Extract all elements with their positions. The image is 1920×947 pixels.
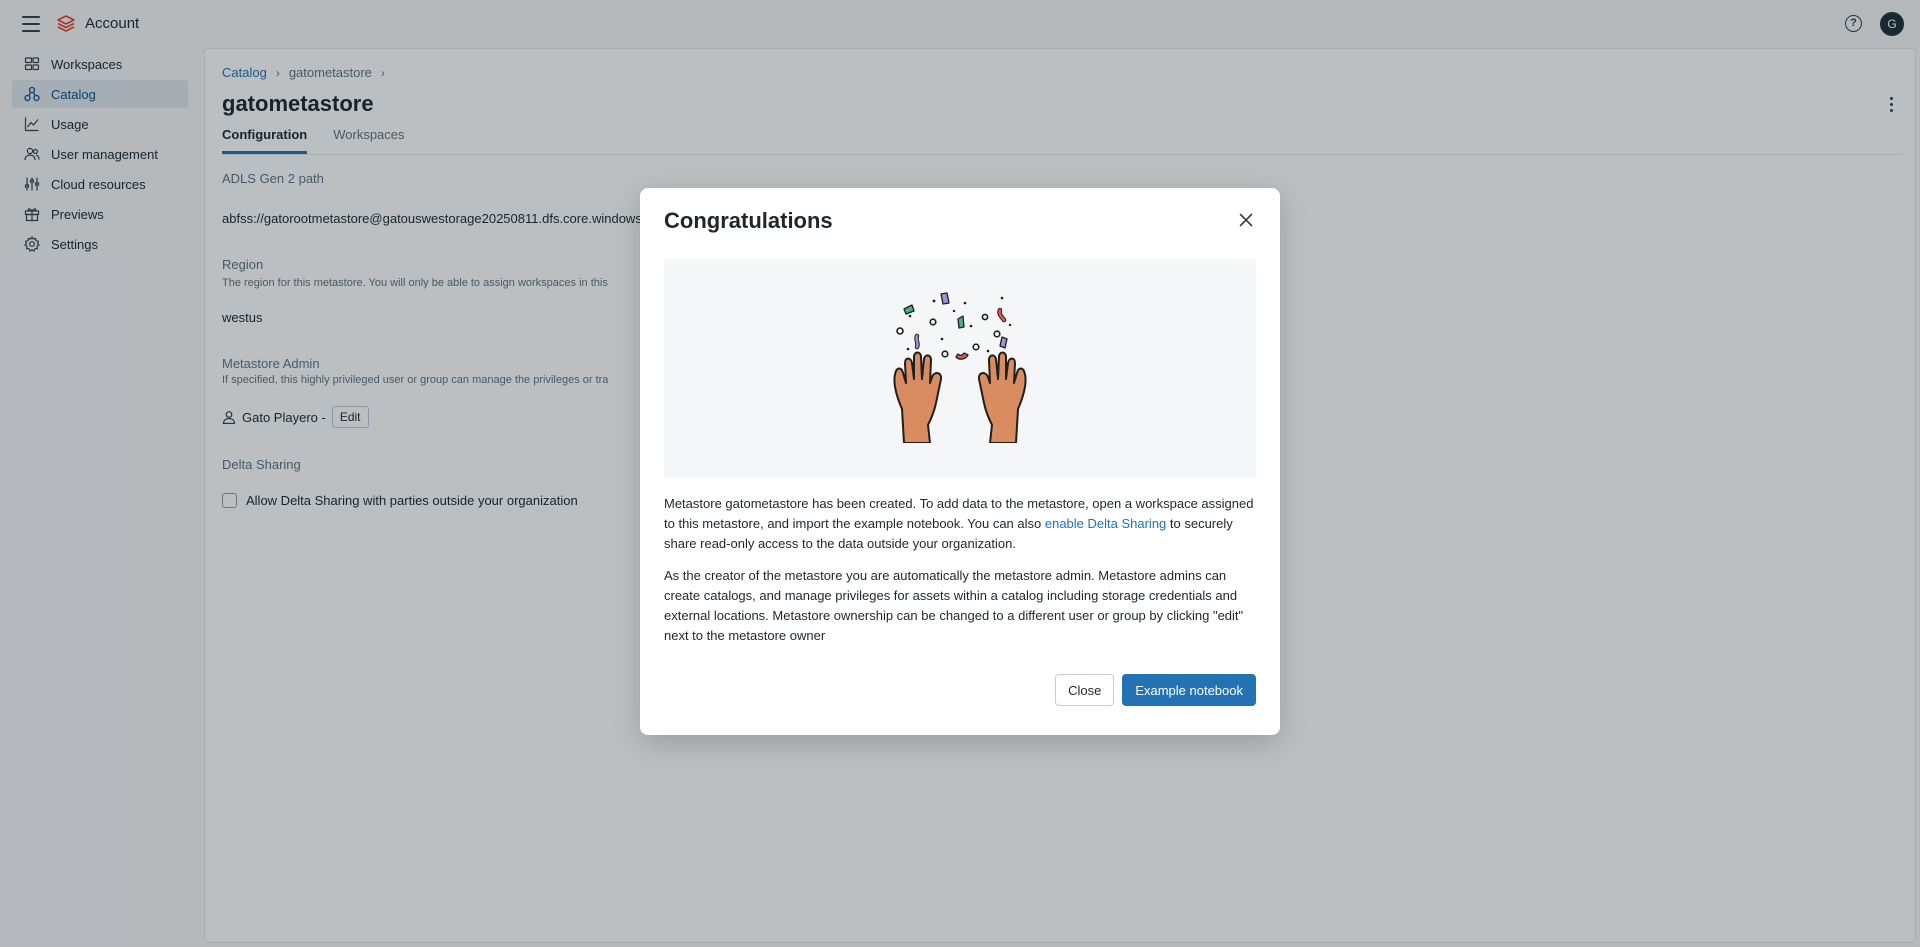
- illustration-panel: [664, 259, 1256, 478]
- dialog-paragraph-created: Metastore gatometastore has been created…: [664, 494, 1256, 554]
- congratulations-dialog: Congratulations Metastore gatometastore …: [640, 188, 1280, 735]
- enable-delta-sharing-link[interactable]: enable Delta Sharing: [1045, 516, 1166, 531]
- example-notebook-button[interactable]: Example notebook: [1122, 674, 1256, 706]
- celebration-hands-icon: [893, 292, 1027, 443]
- close-button[interactable]: Close: [1055, 674, 1115, 706]
- close-icon[interactable]: [1236, 210, 1256, 230]
- dialog-paragraph-admin: As the creator of the metastore you are …: [664, 568, 1244, 643]
- dialog-title: Congratulations: [664, 208, 833, 233]
- dialog-footer: Close Example notebook: [1055, 674, 1256, 706]
